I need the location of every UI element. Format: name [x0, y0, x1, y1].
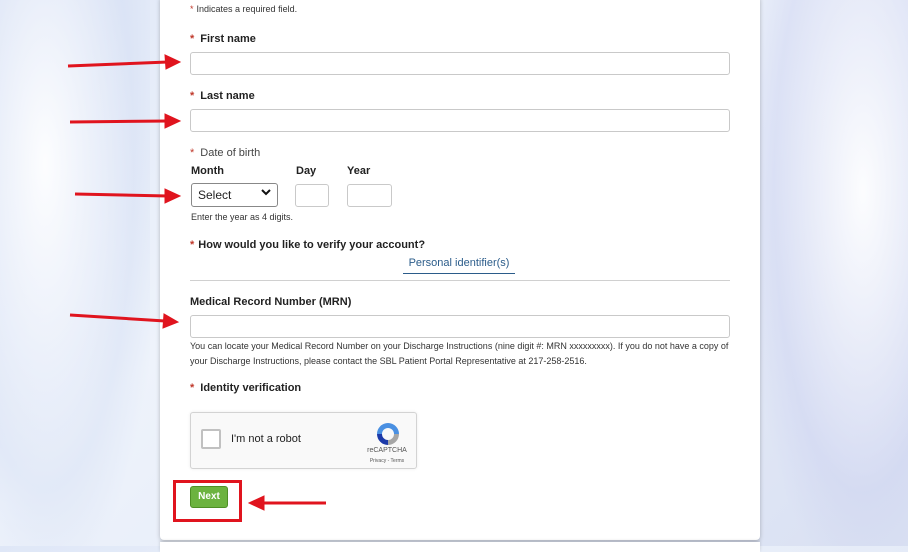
arrow-last-name-icon [69, 113, 182, 129]
annotation-arrows [67, 54, 326, 511]
arrow-next-icon [247, 495, 326, 511]
arrow-mrn-icon [69, 313, 180, 329]
arrow-dob-icon [74, 188, 182, 204]
arrow-first-name-icon [67, 54, 182, 70]
